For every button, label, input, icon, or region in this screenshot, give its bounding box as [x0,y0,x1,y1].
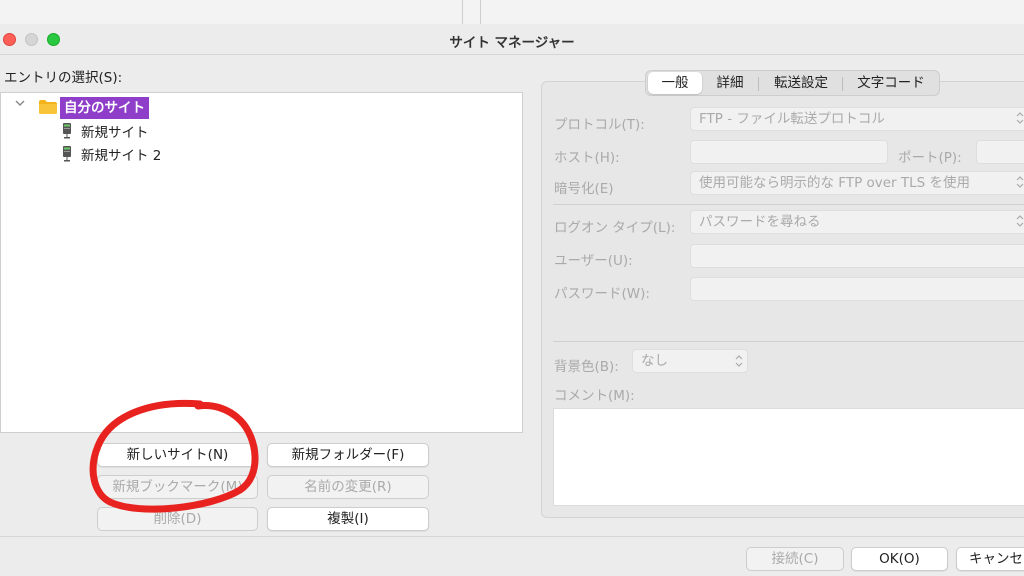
tab-general[interactable]: 一般 [648,72,702,94]
title-bar: サイト マネージャー [0,24,1024,55]
section-divider [553,341,1024,342]
chevron-down-icon[interactable] [14,97,26,109]
encryption-label: 暗号化(E) [554,181,614,197]
password-input[interactable] [690,277,1024,301]
cancel-button[interactable]: キャンセル [956,547,1024,571]
tab-charset[interactable]: 文字コード [844,71,938,95]
tree-item-new-site[interactable]: 新規サイト [81,123,149,143]
folder-icon [39,100,57,114]
logon-type-select[interactable]: パスワードを尋ねる [690,210,1024,234]
protocol-label: プロトコル(T): [554,117,645,133]
user-input[interactable] [690,244,1024,268]
rename-button[interactable]: 名前の変更(R) [267,475,429,499]
tab-transfer-settings[interactable]: 転送設定 [760,71,842,95]
comment-textarea[interactable] [553,408,1024,506]
updown-chevron-icon [1016,215,1024,227]
logon-type-label: ログオン タイプ(L): [554,220,676,236]
new-folder-button[interactable]: 新規フォルダー(F) [267,443,429,467]
port-label: ポート(P): [898,150,962,166]
ok-button[interactable]: OK(O) [851,547,948,571]
server-icon [63,123,71,139]
entry-select-label: エントリの選択(S): [4,70,123,86]
password-label: パスワード(W): [554,286,650,302]
tree-item-my-sites[interactable]: 自分のサイト [60,97,149,119]
background-color-label: 背景色(B): [554,359,619,375]
logon-type-value: パスワードを尋ねる [699,214,821,230]
server-icon [63,146,71,162]
port-input[interactable] [976,140,1024,164]
encryption-select[interactable]: 使用可能なら明示的な FTP over TLS を使用 [690,171,1024,195]
section-divider [553,204,1024,205]
tree-item-new-site-2[interactable]: 新規サイト 2 [81,146,161,166]
tab-separator [758,77,759,91]
new-site-button[interactable]: 新しいサイト(N) [97,443,258,467]
new-bookmark-button[interactable]: 新規ブックマーク(M) [97,475,258,499]
connect-button[interactable]: 接続(C) [746,547,844,571]
updown-chevron-icon [1016,176,1024,188]
user-label: ユーザー(U): [554,253,633,269]
delete-button[interactable]: 削除(D) [97,507,258,531]
tab-separator [842,77,843,91]
footer-divider [0,536,1024,537]
background-window [0,0,1024,25]
background-color-select[interactable]: なし [632,349,748,373]
encryption-value: 使用可能なら明示的な FTP over TLS を使用 [699,175,971,191]
protocol-value: FTP - ファイル転送プロトコル [699,111,885,127]
comment-label: コメント(M): [554,388,635,404]
host-input[interactable] [690,140,888,164]
background-divider [462,0,463,24]
tab-advanced[interactable]: 詳細 [704,71,756,95]
tab-bar: 一般 詳細 転送設定 文字コード [645,70,940,96]
updown-chevron-icon [1016,112,1024,124]
updown-chevron-icon [735,355,743,367]
site-tree[interactable] [0,92,523,433]
background-divider [480,0,481,24]
protocol-select[interactable]: FTP - ファイル転送プロトコル [690,107,1024,131]
window-title: サイト マネージャー [449,35,575,51]
background-color-value: なし [641,353,668,369]
duplicate-button[interactable]: 複製(I) [267,507,429,531]
host-label: ホスト(H): [554,150,620,166]
